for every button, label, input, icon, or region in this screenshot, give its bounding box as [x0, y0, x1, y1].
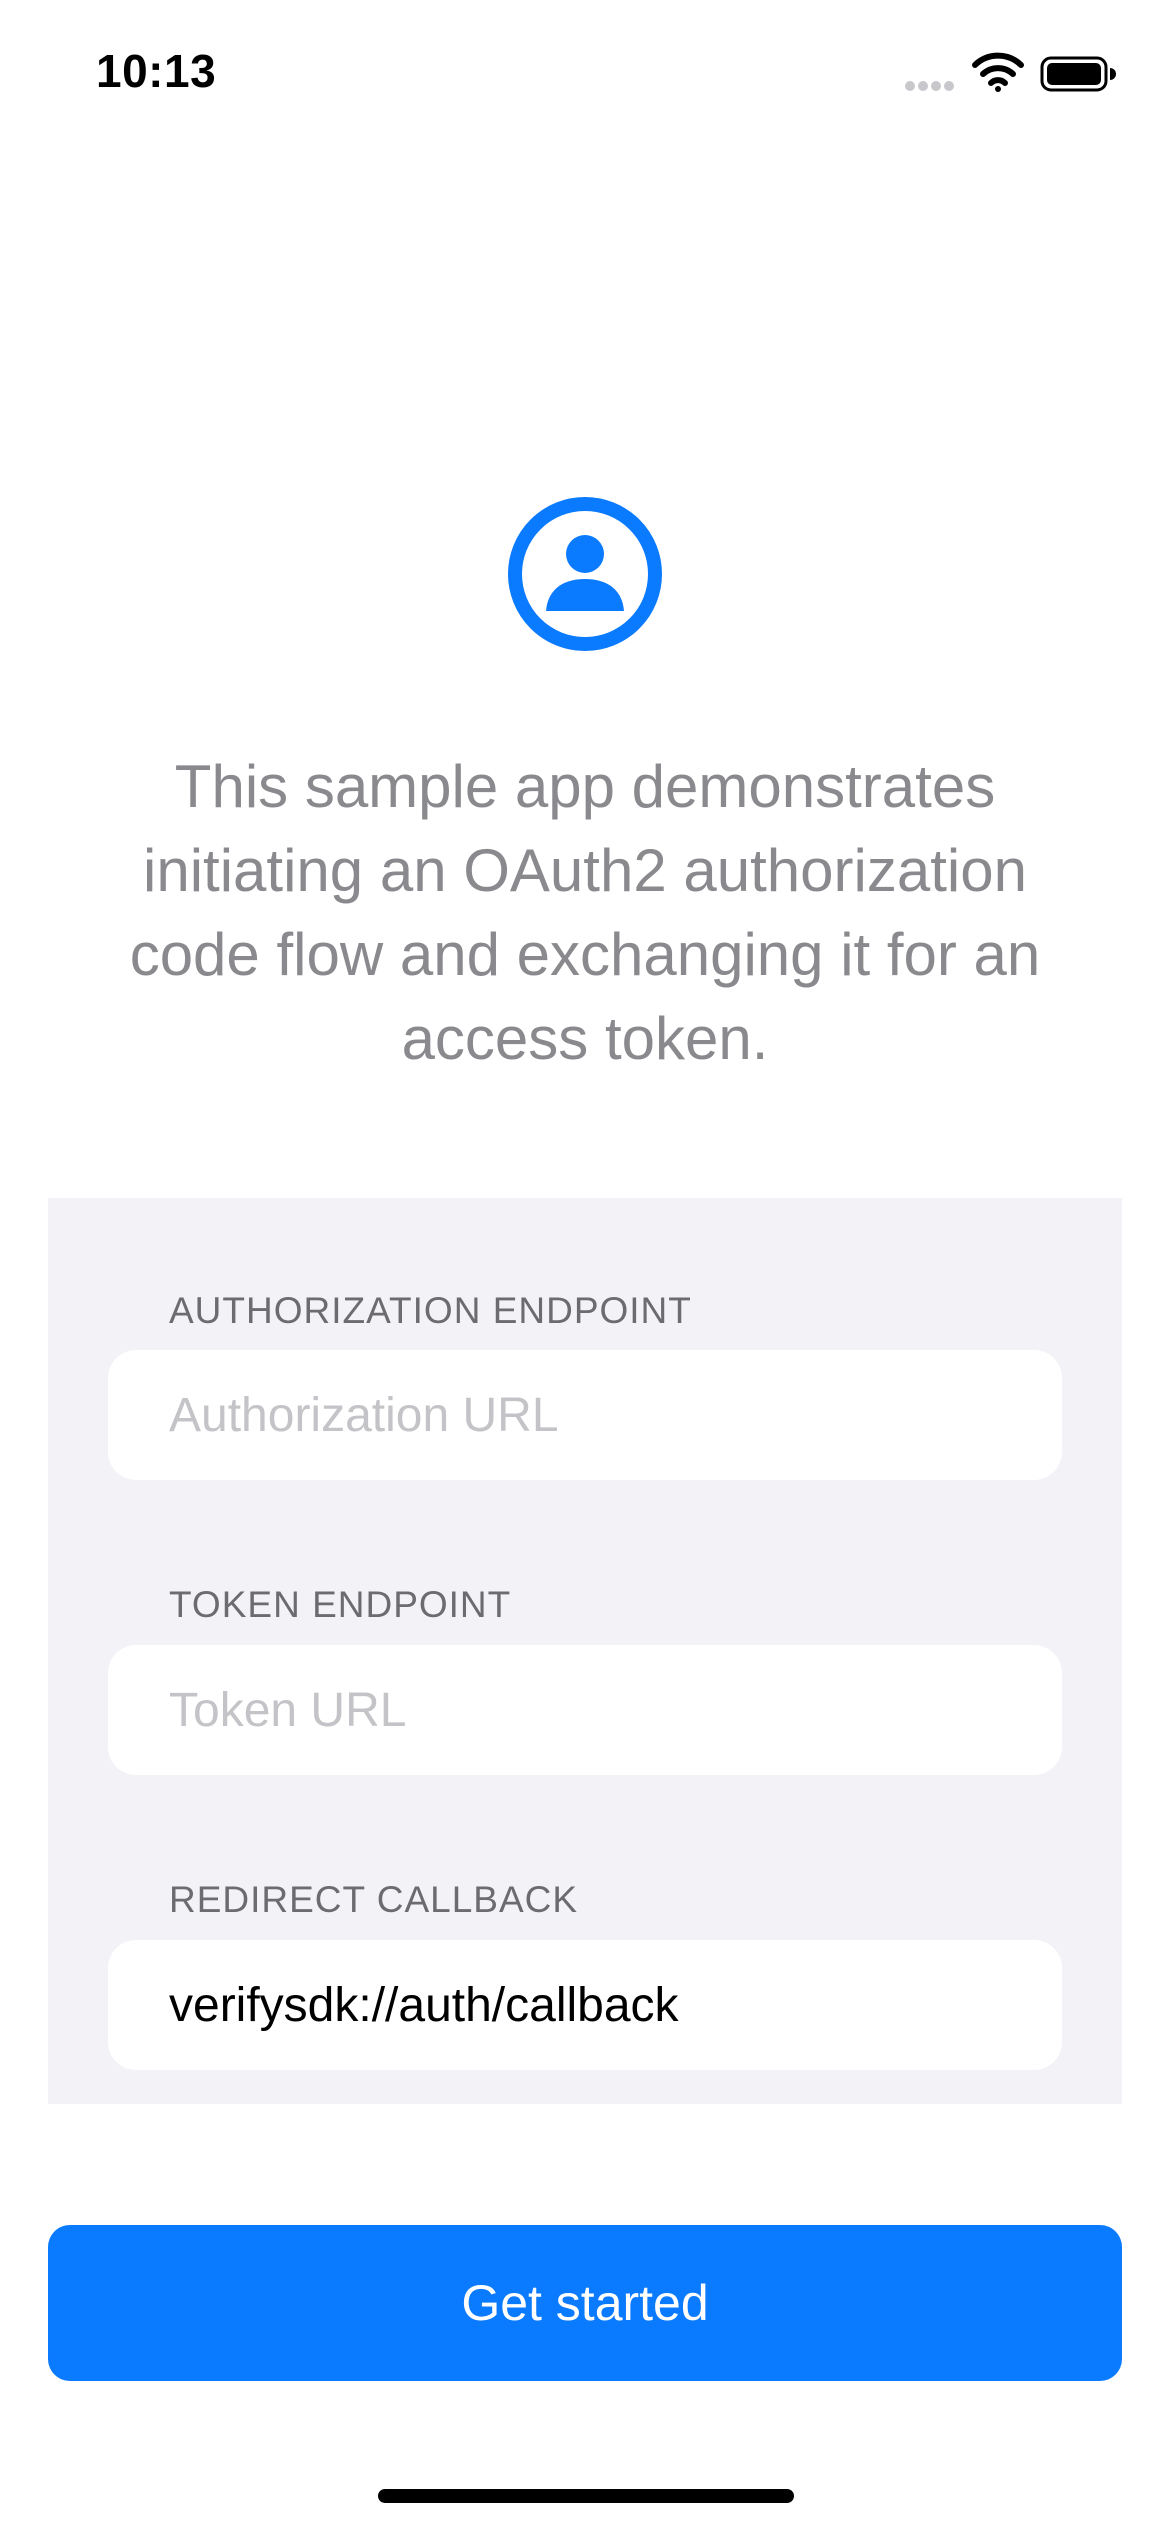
- redirect-callback-label: REDIRECT CALLBACK: [169, 1879, 579, 1920]
- token-url-input[interactable]: [108, 1645, 1062, 1775]
- battery-icon: [1040, 56, 1116, 92]
- home-indicator[interactable]: [378, 2489, 794, 2503]
- authorization-url-input[interactable]: [108, 1350, 1062, 1480]
- intro-description: This sample app demonstrates initiating …: [129, 753, 1041, 1072]
- person-circle-icon: [508, 497, 662, 651]
- status-time: 10:13: [96, 45, 217, 97]
- get-started-button[interactable]: Get started: [48, 2225, 1122, 2381]
- signal-icon: [905, 81, 954, 91]
- authorization-endpoint-label: AUTHORIZATION ENDPOINT: [169, 1290, 692, 1331]
- redirect-callback-input[interactable]: [108, 1940, 1062, 2070]
- oauth-sample-screen: 10:13 This sample app demonstrates initi…: [0, 0, 1170, 2532]
- token-endpoint-label: TOKEN ENDPOINT: [169, 1584, 512, 1625]
- status-bar: 10:13: [0, 0, 1170, 150]
- wifi-icon: [972, 52, 1024, 92]
